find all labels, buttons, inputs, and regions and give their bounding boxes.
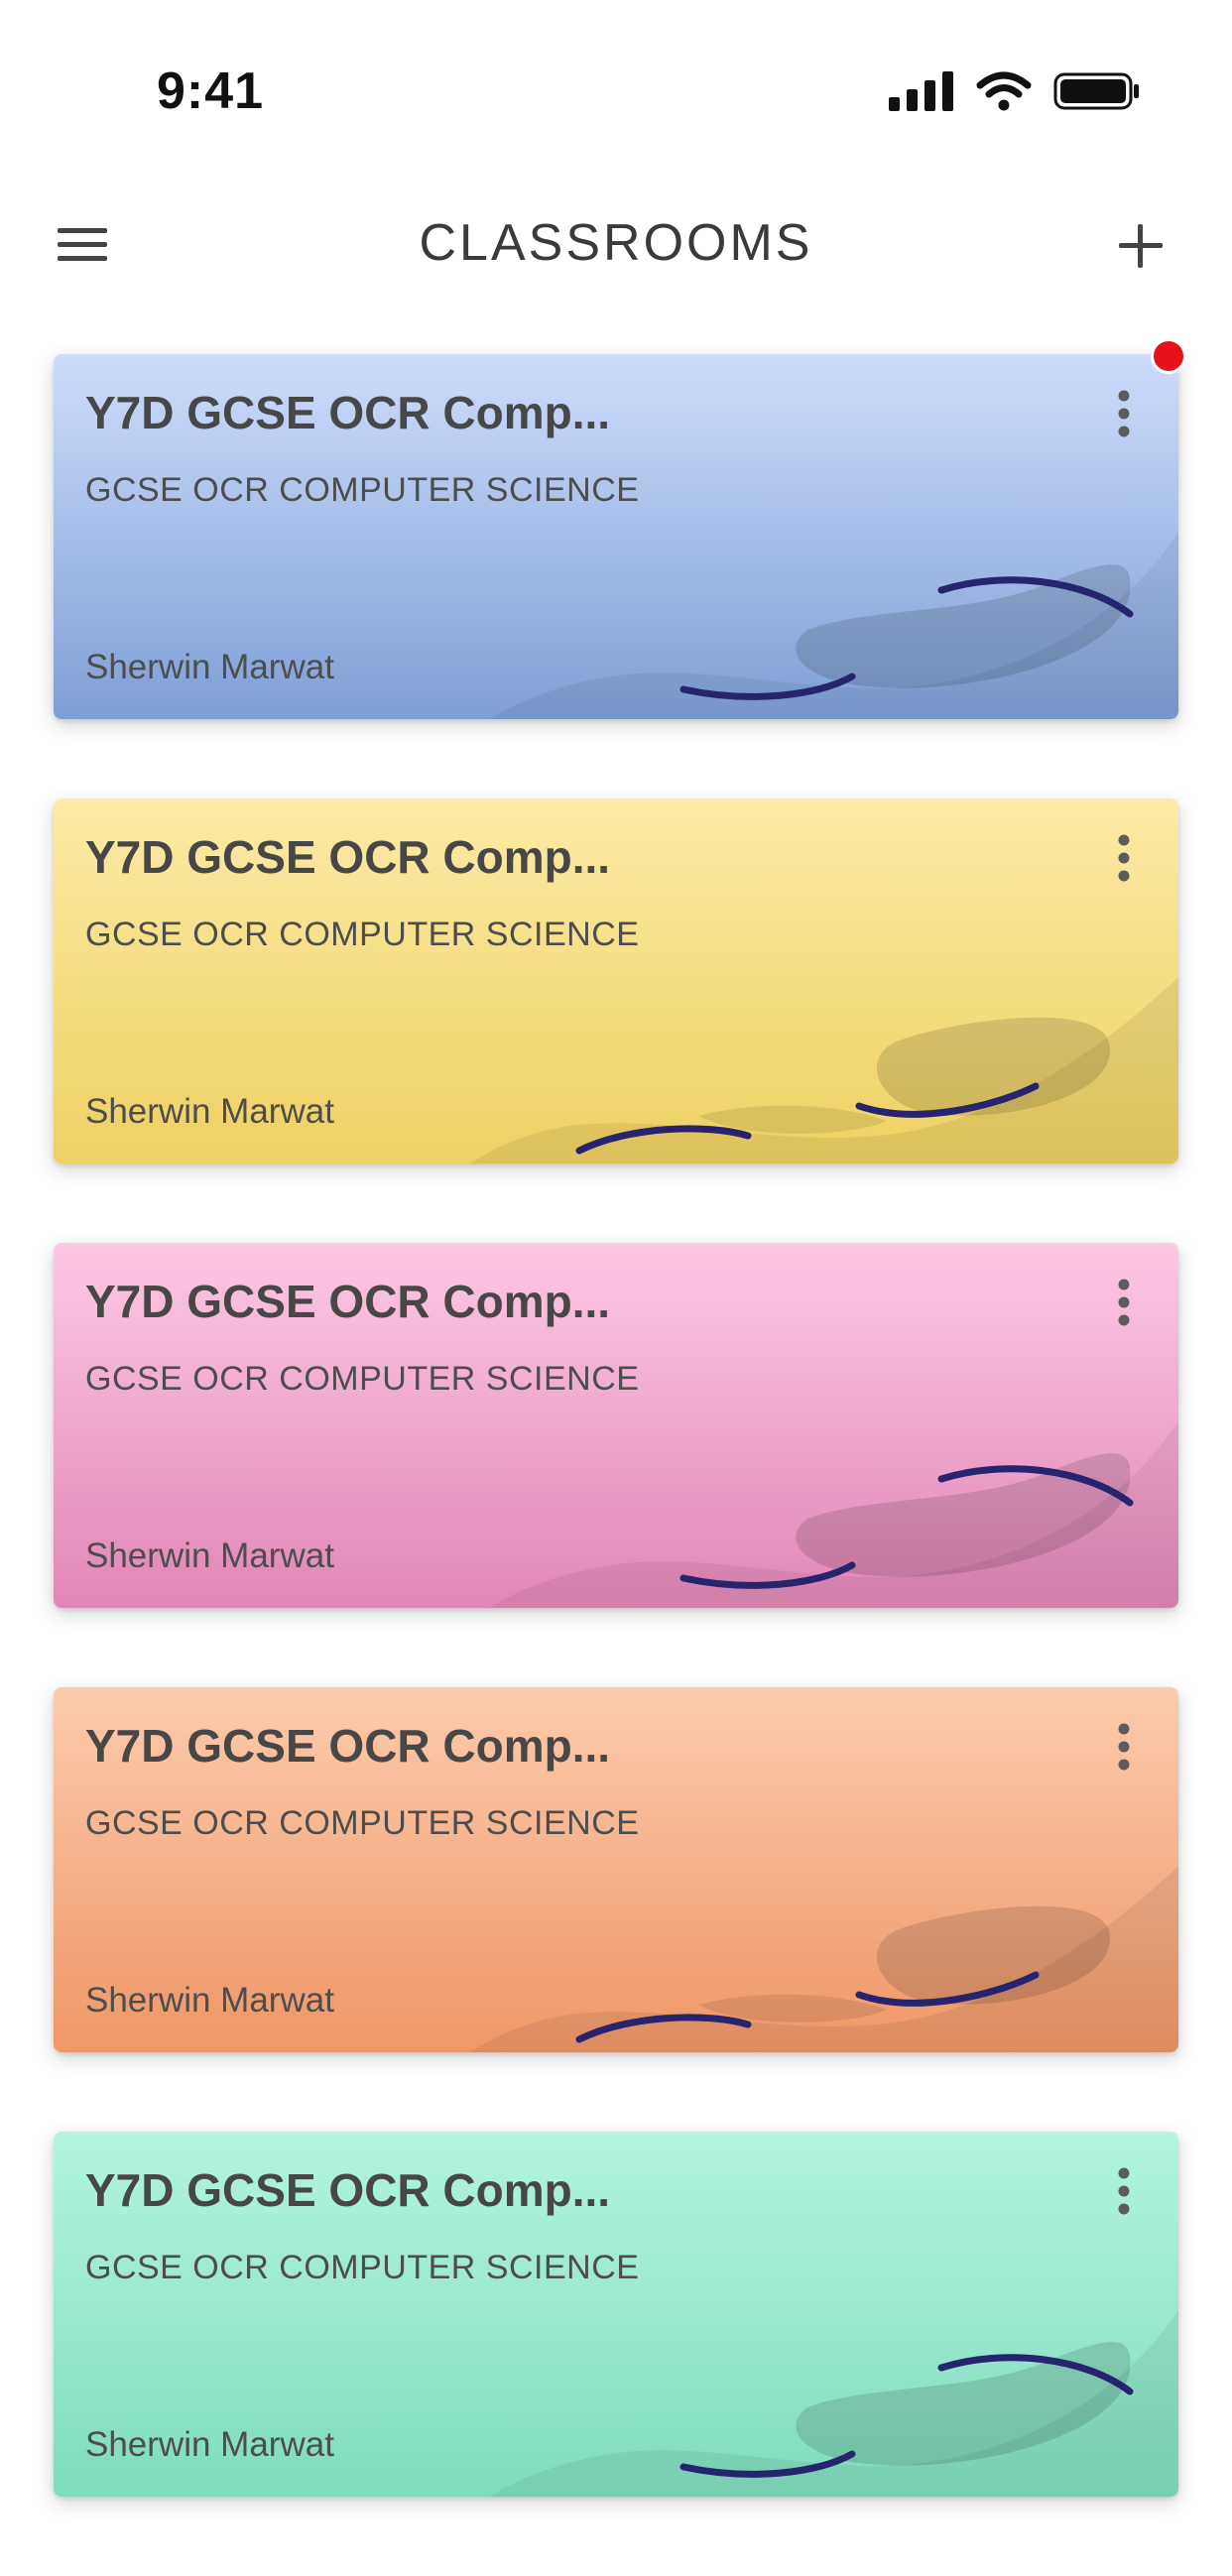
page-title: CLASSROOMS: [419, 214, 813, 272]
more-options-icon[interactable]: [1099, 1273, 1149, 1342]
classroom-card[interactable]: Y7D GCSE OCR Comp... GCSE OCR COMPUTER SC…: [54, 798, 1178, 1164]
classroom-teacher: Sherwin Marwat: [85, 2425, 334, 2464]
classroom-subject: GCSE OCR COMPUTER SCIENCE: [85, 2249, 640, 2286]
classroom-card[interactable]: Y7D GCSE OCR Comp... GCSE OCR COMPUTER SC…: [54, 1687, 1178, 2052]
wifi-icon: [976, 71, 1032, 111]
classroom-subject: GCSE OCR COMPUTER SCIENCE: [85, 916, 640, 953]
more-options-icon[interactable]: [1099, 384, 1149, 453]
battery-icon: [1053, 71, 1141, 111]
more-options-icon[interactable]: [1099, 828, 1149, 898]
more-options-icon[interactable]: [1099, 1717, 1149, 1786]
status-icons: [889, 71, 1141, 111]
cellular-signal-icon: [889, 71, 954, 111]
classroom-title: Y7D GCSE OCR Comp...: [85, 1720, 611, 1772]
classroom-title: Y7D GCSE OCR Comp...: [85, 2164, 611, 2216]
plus-icon[interactable]: [1111, 216, 1170, 276]
notification-dot: [1151, 338, 1186, 374]
classroom-teacher: Sherwin Marwat: [85, 1981, 334, 2020]
classroom-subject: GCSE OCR COMPUTER SCIENCE: [85, 471, 640, 509]
classroom-title: Y7D GCSE OCR Comp...: [85, 1276, 611, 1327]
classroom-card[interactable]: Y7D GCSE OCR Comp... GCSE OCR COMPUTER SC…: [54, 354, 1178, 719]
classroom-subject: GCSE OCR COMPUTER SCIENCE: [85, 1360, 640, 1398]
status-time: 9:41: [157, 62, 265, 120]
classroom-teacher: Sherwin Marwat: [85, 648, 334, 686]
classroom-card[interactable]: Y7D GCSE OCR Comp... GCSE OCR COMPUTER SC…: [54, 2132, 1178, 2497]
classroom-card[interactable]: Y7D GCSE OCR Comp... GCSE OCR COMPUTER SC…: [54, 1243, 1178, 1608]
classroom-title: Y7D GCSE OCR Comp...: [85, 831, 611, 883]
classroom-subject: GCSE OCR COMPUTER SCIENCE: [85, 1804, 640, 1842]
classroom-list: Y7D GCSE OCR Comp... GCSE OCR COMPUTER SC…: [54, 354, 1178, 2576]
classroom-teacher: Sherwin Marwat: [85, 1536, 334, 1575]
classroom-title: Y7D GCSE OCR Comp...: [85, 387, 611, 438]
more-options-icon[interactable]: [1099, 2161, 1149, 2231]
status-bar: 9:41: [0, 0, 1232, 188]
app-header: CLASSROOMS: [0, 188, 1232, 303]
classroom-teacher: Sherwin Marwat: [85, 1092, 334, 1131]
